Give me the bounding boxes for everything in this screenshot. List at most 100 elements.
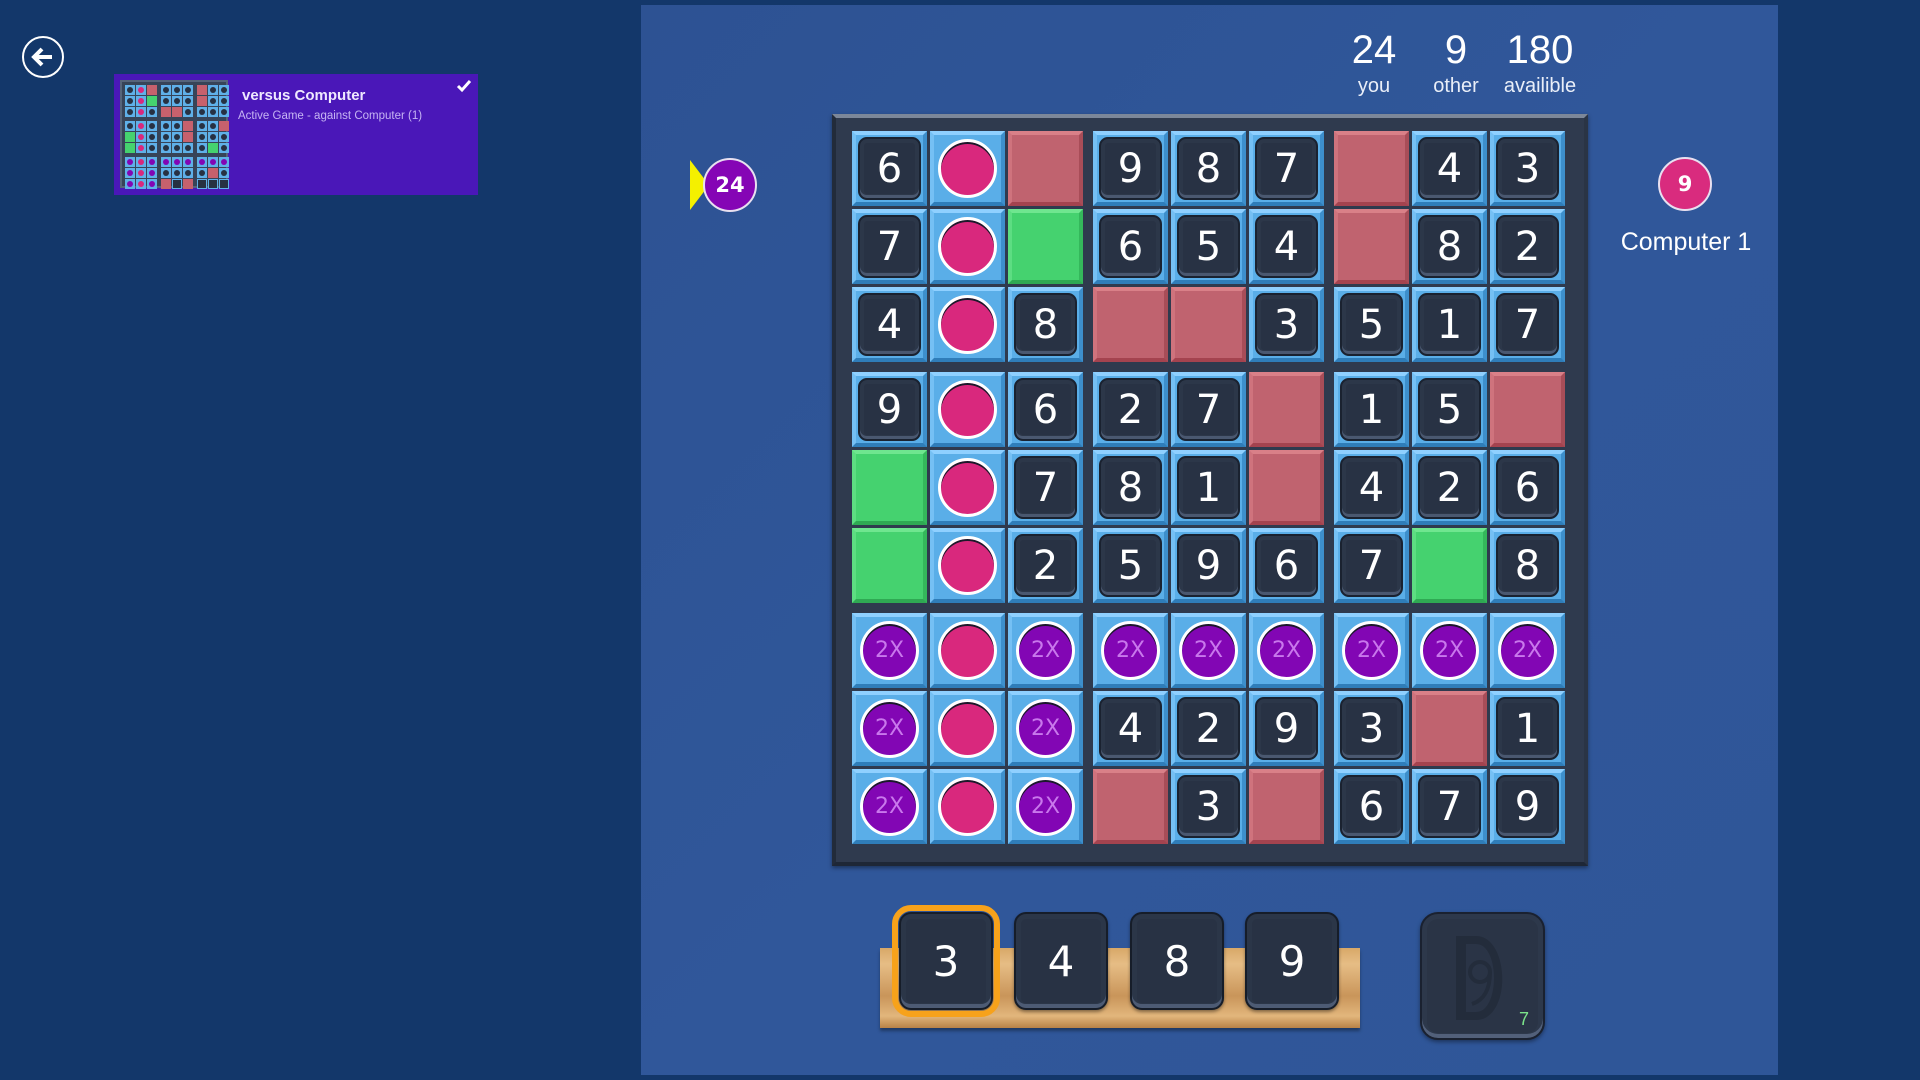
board-cell[interactable]: 2X: [1412, 613, 1487, 688]
green-cell[interactable]: [1008, 209, 1083, 284]
board-cell[interactable]: 4: [1093, 691, 1168, 766]
board-cell[interactable]: 7: [1249, 131, 1324, 206]
board-cell[interactable]: 5: [1093, 528, 1168, 603]
blocked-cell[interactable]: [1249, 372, 1324, 447]
blocked-cell[interactable]: [1412, 691, 1487, 766]
board-cell[interactable]: 3: [1490, 131, 1565, 206]
blocked-cell[interactable]: [1334, 131, 1409, 206]
board-cell[interactable]: 3: [1334, 691, 1409, 766]
thumbnail-cell: [219, 132, 229, 142]
board-cell[interactable]: [930, 450, 1005, 525]
board-cell[interactable]: [930, 209, 1005, 284]
thumbnail-cell: [147, 157, 157, 167]
draw-pile[interactable]: 7: [1420, 912, 1545, 1040]
green-cell[interactable]: [852, 450, 927, 525]
board-cell[interactable]: 9: [1171, 528, 1246, 603]
board-cell[interactable]: 6: [1249, 528, 1324, 603]
board-cell[interactable]: 2X: [1490, 613, 1565, 688]
board-cell[interactable]: 8: [1490, 528, 1565, 603]
blocked-cell[interactable]: [1093, 769, 1168, 844]
board-cell[interactable]: 2: [1093, 372, 1168, 447]
board-cell[interactable]: 2X: [1008, 691, 1083, 766]
game-card[interactable]: versus Computer Active Game - against Co…: [114, 74, 478, 195]
board-cell[interactable]: 1: [1412, 287, 1487, 362]
board-cell[interactable]: 7: [1171, 372, 1246, 447]
board-cell[interactable]: [930, 372, 1005, 447]
board-cell[interactable]: 7: [1412, 769, 1487, 844]
back-button[interactable]: [22, 36, 64, 78]
board-cell[interactable]: 6: [1490, 450, 1565, 525]
board-cell[interactable]: [930, 691, 1005, 766]
thumbnail-cell: [208, 132, 218, 142]
rack-tile[interactable]: 3: [892, 905, 1000, 1017]
board-cell[interactable]: 7: [1490, 287, 1565, 362]
board-cell[interactable]: 6: [1008, 372, 1083, 447]
board-cell[interactable]: 9: [1093, 131, 1168, 206]
board-cell[interactable]: 2X: [1093, 613, 1168, 688]
blocked-cell[interactable]: [1334, 209, 1409, 284]
thumbnail-cell: [219, 143, 229, 153]
board-cell[interactable]: 2: [1171, 691, 1246, 766]
board-cell[interactable]: 9: [1490, 769, 1565, 844]
board-cell[interactable]: 5: [1412, 372, 1487, 447]
board-cell[interactable]: 6: [852, 131, 927, 206]
thumbnail-cell: [208, 121, 218, 131]
board-cell[interactable]: [930, 613, 1005, 688]
blocked-cell[interactable]: [1008, 131, 1083, 206]
number-tile: 7: [1418, 775, 1481, 838]
board-cell[interactable]: 1: [1171, 450, 1246, 525]
blocked-cell[interactable]: [1093, 287, 1168, 362]
board-cell[interactable]: [930, 131, 1005, 206]
rack-tile[interactable]: 8: [1130, 912, 1224, 1010]
board-cell[interactable]: 7: [852, 209, 927, 284]
board-cell[interactable]: 3: [1249, 287, 1324, 362]
board-cell[interactable]: 4: [1249, 209, 1324, 284]
board-cell[interactable]: 2X: [1008, 769, 1083, 844]
rack-tile[interactable]: 4: [1014, 912, 1108, 1010]
blocked-cell[interactable]: [1249, 769, 1324, 844]
board-cell[interactable]: 7: [1008, 450, 1083, 525]
board-cell[interactable]: [930, 287, 1005, 362]
bonus-chip: 2X: [860, 777, 919, 836]
board-cell[interactable]: 2: [1008, 528, 1083, 603]
rack-tile[interactable]: 9: [1245, 912, 1339, 1010]
board-cell[interactable]: 2X: [1171, 613, 1246, 688]
board-cell[interactable]: 4: [1412, 131, 1487, 206]
board-cell[interactable]: 2: [1490, 209, 1565, 284]
board-cell[interactable]: 8: [1171, 131, 1246, 206]
thumbnail-cell: [172, 107, 182, 117]
board-cell[interactable]: 1: [1334, 372, 1409, 447]
board-cell[interactable]: [930, 528, 1005, 603]
board-cell[interactable]: 2X: [1008, 613, 1083, 688]
board-cell[interactable]: 9: [1249, 691, 1324, 766]
board-cell[interactable]: 2: [1412, 450, 1487, 525]
board-cell[interactable]: 2X: [1249, 613, 1324, 688]
board-cell[interactable]: 8: [1008, 287, 1083, 362]
board-cell[interactable]: [930, 769, 1005, 844]
blocked-cell[interactable]: [1490, 372, 1565, 447]
number-tile: 1: [1340, 378, 1403, 441]
board-cell[interactable]: 6: [1334, 769, 1409, 844]
board-cell[interactable]: 1: [1490, 691, 1565, 766]
board-cell[interactable]: 2X: [1334, 613, 1409, 688]
board-cell[interactable]: 9: [852, 372, 927, 447]
board-cell[interactable]: 4: [1334, 450, 1409, 525]
board-cell[interactable]: 5: [1171, 209, 1246, 284]
board-cell[interactable]: 6: [1093, 209, 1168, 284]
blocked-cell[interactable]: [1249, 450, 1324, 525]
board-cell[interactable]: 7: [1334, 528, 1409, 603]
board-cell[interactable]: 2X: [852, 691, 927, 766]
green-cell[interactable]: [852, 528, 927, 603]
board-cell[interactable]: 3: [1171, 769, 1246, 844]
board-cell[interactable]: 4: [852, 287, 927, 362]
board-cell[interactable]: 8: [1093, 450, 1168, 525]
blocked-cell[interactable]: [1171, 287, 1246, 362]
board-cell[interactable]: 5: [1334, 287, 1409, 362]
number-tile: 5: [1099, 534, 1162, 597]
board-cell[interactable]: 8: [1412, 209, 1487, 284]
green-cell[interactable]: [1412, 528, 1487, 603]
thumbnail-cell: [197, 85, 207, 95]
board-cell[interactable]: 2X: [852, 613, 927, 688]
board-cell[interactable]: 2X: [852, 769, 927, 844]
thumbnail-cell: [219, 179, 229, 189]
